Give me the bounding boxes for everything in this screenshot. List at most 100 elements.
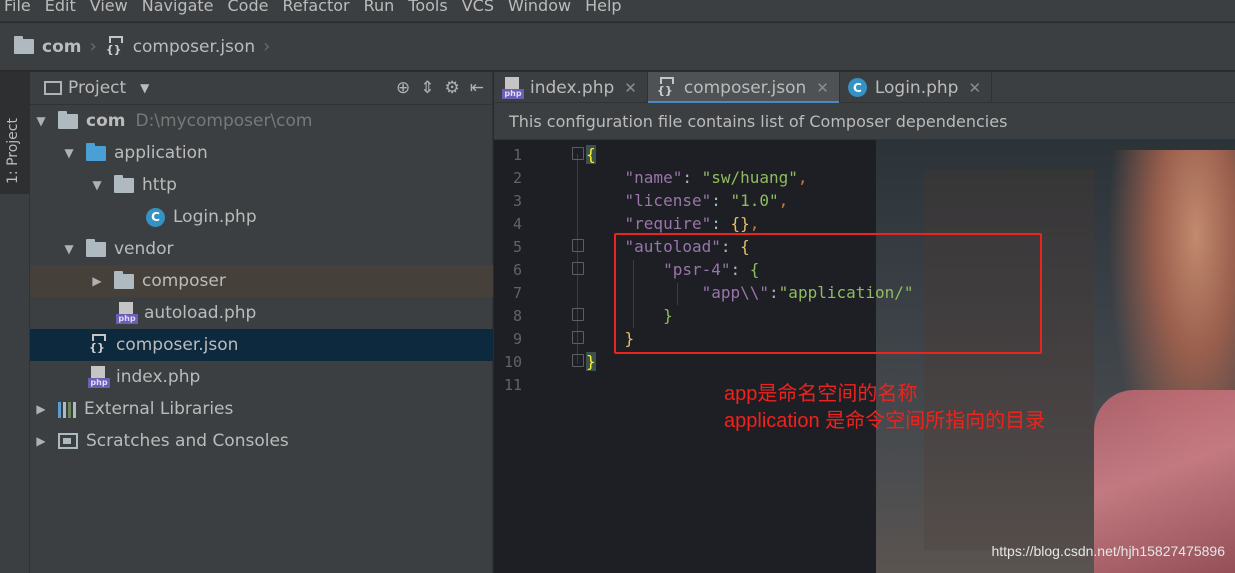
- breadcrumb: com › {} composer.json ›: [0, 23, 1235, 71]
- line-number: 11: [503, 376, 522, 394]
- menu-file[interactable]: File: [0, 0, 39, 14]
- fold-marker-icon[interactable]: [572, 262, 584, 275]
- json-file-icon: {}: [655, 76, 678, 99]
- folder-icon: [114, 270, 134, 289]
- annotation-text: app是命名空间的名称: [724, 383, 918, 405]
- tree-item-label: composer.json: [116, 335, 239, 355]
- tree-item-com[interactable]: ▼ com D:\mycomposer\com: [30, 105, 493, 137]
- menu-refactor[interactable]: Refactor: [276, 0, 357, 14]
- project-panel-header: Project ▼ ⊕ ⇕ ⚙ ⇤: [30, 72, 492, 105]
- expand-arrow-icon[interactable]: ▼: [34, 114, 48, 128]
- fold-marker-icon[interactable]: [572, 239, 584, 252]
- chevron-right-icon: ›: [263, 36, 271, 57]
- breadcrumb-root[interactable]: com: [14, 36, 82, 57]
- folder-icon: [14, 36, 34, 54]
- project-tool-label: 1: Project: [5, 118, 21, 184]
- project-panel-title[interactable]: Project: [68, 78, 126, 98]
- line-number: 9: [512, 330, 522, 348]
- tree-item-composer-json[interactable]: {} composer.json: [30, 329, 493, 361]
- breadcrumb-file[interactable]: {} composer.json: [104, 35, 256, 58]
- locate-icon[interactable]: ⊕: [396, 78, 410, 98]
- close-icon[interactable]: ✕: [624, 79, 637, 97]
- tree-item-http[interactable]: ▼ http: [30, 169, 493, 201]
- line-number: 8: [512, 307, 522, 325]
- php-file-icon: php: [502, 76, 524, 99]
- line-number: 4: [512, 215, 522, 233]
- menu-vcs[interactable]: VCS: [456, 0, 502, 14]
- tree-item-application[interactable]: ▼ application: [30, 137, 493, 169]
- expand-arrow-icon[interactable]: ▼: [62, 146, 76, 160]
- tab-label: Login.php: [874, 77, 959, 98]
- chevron-right-icon: ›: [89, 36, 97, 57]
- line-number: 7: [512, 284, 522, 302]
- menu-code[interactable]: Code: [222, 0, 277, 14]
- panel-toolbar: ⊕ ⇕ ⚙ ⇤: [396, 78, 484, 98]
- source-folder-icon: [86, 142, 106, 161]
- tree-item-label: com: [86, 111, 126, 131]
- code-editor[interactable]: 1 2 3 4 5 6 7 8 9 10 11 { "name": "sw/hu…: [494, 140, 1235, 573]
- line-number: 1: [512, 146, 522, 164]
- line-number: 6: [512, 261, 522, 279]
- fold-marker-icon[interactable]: [572, 147, 584, 160]
- collapse-arrow-icon[interactable]: ▶: [34, 434, 48, 448]
- php-class-icon: C: [146, 207, 165, 227]
- line-number: 10: [503, 353, 522, 371]
- menu-window[interactable]: Window: [502, 0, 579, 14]
- menu-run[interactable]: Run: [358, 0, 403, 14]
- menu-help[interactable]: Help: [579, 0, 629, 14]
- project-view-icon: [44, 81, 62, 95]
- scratches-icon: [58, 433, 78, 449]
- gear-icon[interactable]: ⚙: [445, 78, 460, 98]
- tool-window-strip: 1: Project: [0, 72, 30, 573]
- menu-navigate[interactable]: Navigate: [136, 0, 222, 14]
- fold-marker-icon[interactable]: [572, 354, 584, 367]
- collapse-arrow-icon[interactable]: ▶: [34, 402, 48, 416]
- composer-notification-banner: This configuration file contains list of…: [494, 103, 1235, 140]
- breadcrumb-file-label: composer.json: [132, 36, 256, 57]
- menu-view[interactable]: View: [84, 0, 136, 14]
- line-number: 3: [512, 192, 522, 210]
- project-tool-button[interactable]: 1: Project: [0, 72, 30, 194]
- menu-edit[interactable]: Edit: [39, 0, 84, 14]
- tree-item-label: composer: [142, 271, 226, 291]
- tree-item-composer[interactable]: ▶ composer: [30, 265, 493, 297]
- tree-item-index-php[interactable]: php index.php: [30, 361, 493, 393]
- tab-composer-json[interactable]: {} composer.json ✕: [647, 72, 840, 104]
- expand-arrow-icon[interactable]: ▼: [62, 242, 76, 256]
- tree-item-label: application: [114, 143, 208, 163]
- close-icon[interactable]: ✕: [968, 79, 981, 97]
- dropdown-caret-icon[interactable]: ▼: [140, 81, 149, 95]
- folder-icon: [58, 110, 78, 129]
- breadcrumb-root-label: com: [42, 36, 82, 57]
- collapse-arrow-icon[interactable]: ▶: [90, 274, 104, 288]
- menu-tools[interactable]: Tools: [402, 0, 455, 14]
- tab-index-php[interactable]: php index.php ✕: [494, 72, 648, 103]
- folder-icon: [114, 174, 134, 193]
- collapse-all-icon[interactable]: ⇕: [420, 78, 434, 98]
- tree-item-vendor[interactable]: ▼ vendor: [30, 233, 493, 265]
- fold-marker-icon[interactable]: [572, 331, 584, 344]
- tree-item-label: index.php: [116, 367, 201, 387]
- watermark: https://blog.csdn.net/hjh15827475896: [991, 543, 1225, 559]
- json-file-icon: {}: [88, 334, 110, 356]
- tree-item-scratches[interactable]: ▶ Scratches and Consoles: [30, 425, 493, 457]
- close-icon[interactable]: ✕: [816, 79, 829, 97]
- hide-panel-icon[interactable]: ⇤: [470, 78, 484, 98]
- expand-arrow-icon[interactable]: ▼: [90, 178, 104, 192]
- code-line: {: [586, 145, 596, 164]
- tree-item-login-php[interactable]: C Login.php: [30, 201, 493, 233]
- line-number: 2: [512, 169, 522, 187]
- tree-item-external-libraries[interactable]: ▶ External Libraries: [30, 393, 493, 425]
- tree-item-label: http: [142, 175, 177, 195]
- editor-background-image: [924, 170, 1094, 550]
- tab-login-php[interactable]: C Login.php ✕: [840, 72, 993, 103]
- annotation-highlight-box: [614, 233, 1042, 354]
- code-line: "require": {},: [624, 214, 760, 233]
- php-file-icon: php: [88, 366, 110, 388]
- tree-item-autoload-php[interactable]: php autoload.php: [30, 297, 493, 329]
- tree-item-label: vendor: [114, 239, 174, 259]
- tree-item-path: D:\mycomposer\com: [135, 111, 313, 131]
- json-file-icon: {}: [104, 35, 127, 58]
- tab-label: composer.json: [683, 77, 807, 98]
- fold-marker-icon[interactable]: [572, 308, 584, 321]
